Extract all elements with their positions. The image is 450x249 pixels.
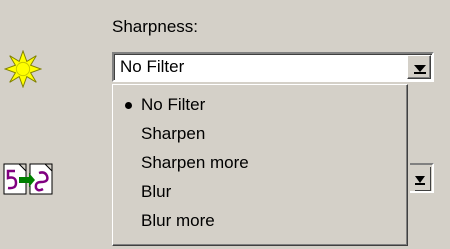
dropdown-button[interactable]: [407, 55, 431, 79]
sharpness-dropdown-list: No Filter Sharpen Sharpen more Blur Blur…: [112, 84, 408, 246]
sharpness-selected-value: No Filter: [120, 57, 185, 76]
option-no-filter[interactable]: No Filter: [113, 91, 405, 117]
selected-bullet-icon: [125, 102, 132, 109]
conversion-dropdown-button[interactable]: [415, 167, 431, 191]
sun-icon: [4, 50, 42, 88]
option-sharpen-more[interactable]: Sharpen more: [113, 149, 405, 175]
sharpness-combobox[interactable]: No Filter: [112, 52, 434, 82]
chevron-down-icon: [415, 176, 425, 183]
chevron-down-icon: [414, 65, 426, 72]
option-sharpen[interactable]: Sharpen: [113, 120, 405, 146]
conversion-combobox[interactable]: [410, 163, 434, 193]
option-blur-more[interactable]: Blur more: [113, 207, 405, 233]
option-blur[interactable]: Blur: [113, 178, 405, 204]
sharpness-label: Sharpness:: [112, 17, 198, 36]
convert-icon: [3, 163, 53, 195]
